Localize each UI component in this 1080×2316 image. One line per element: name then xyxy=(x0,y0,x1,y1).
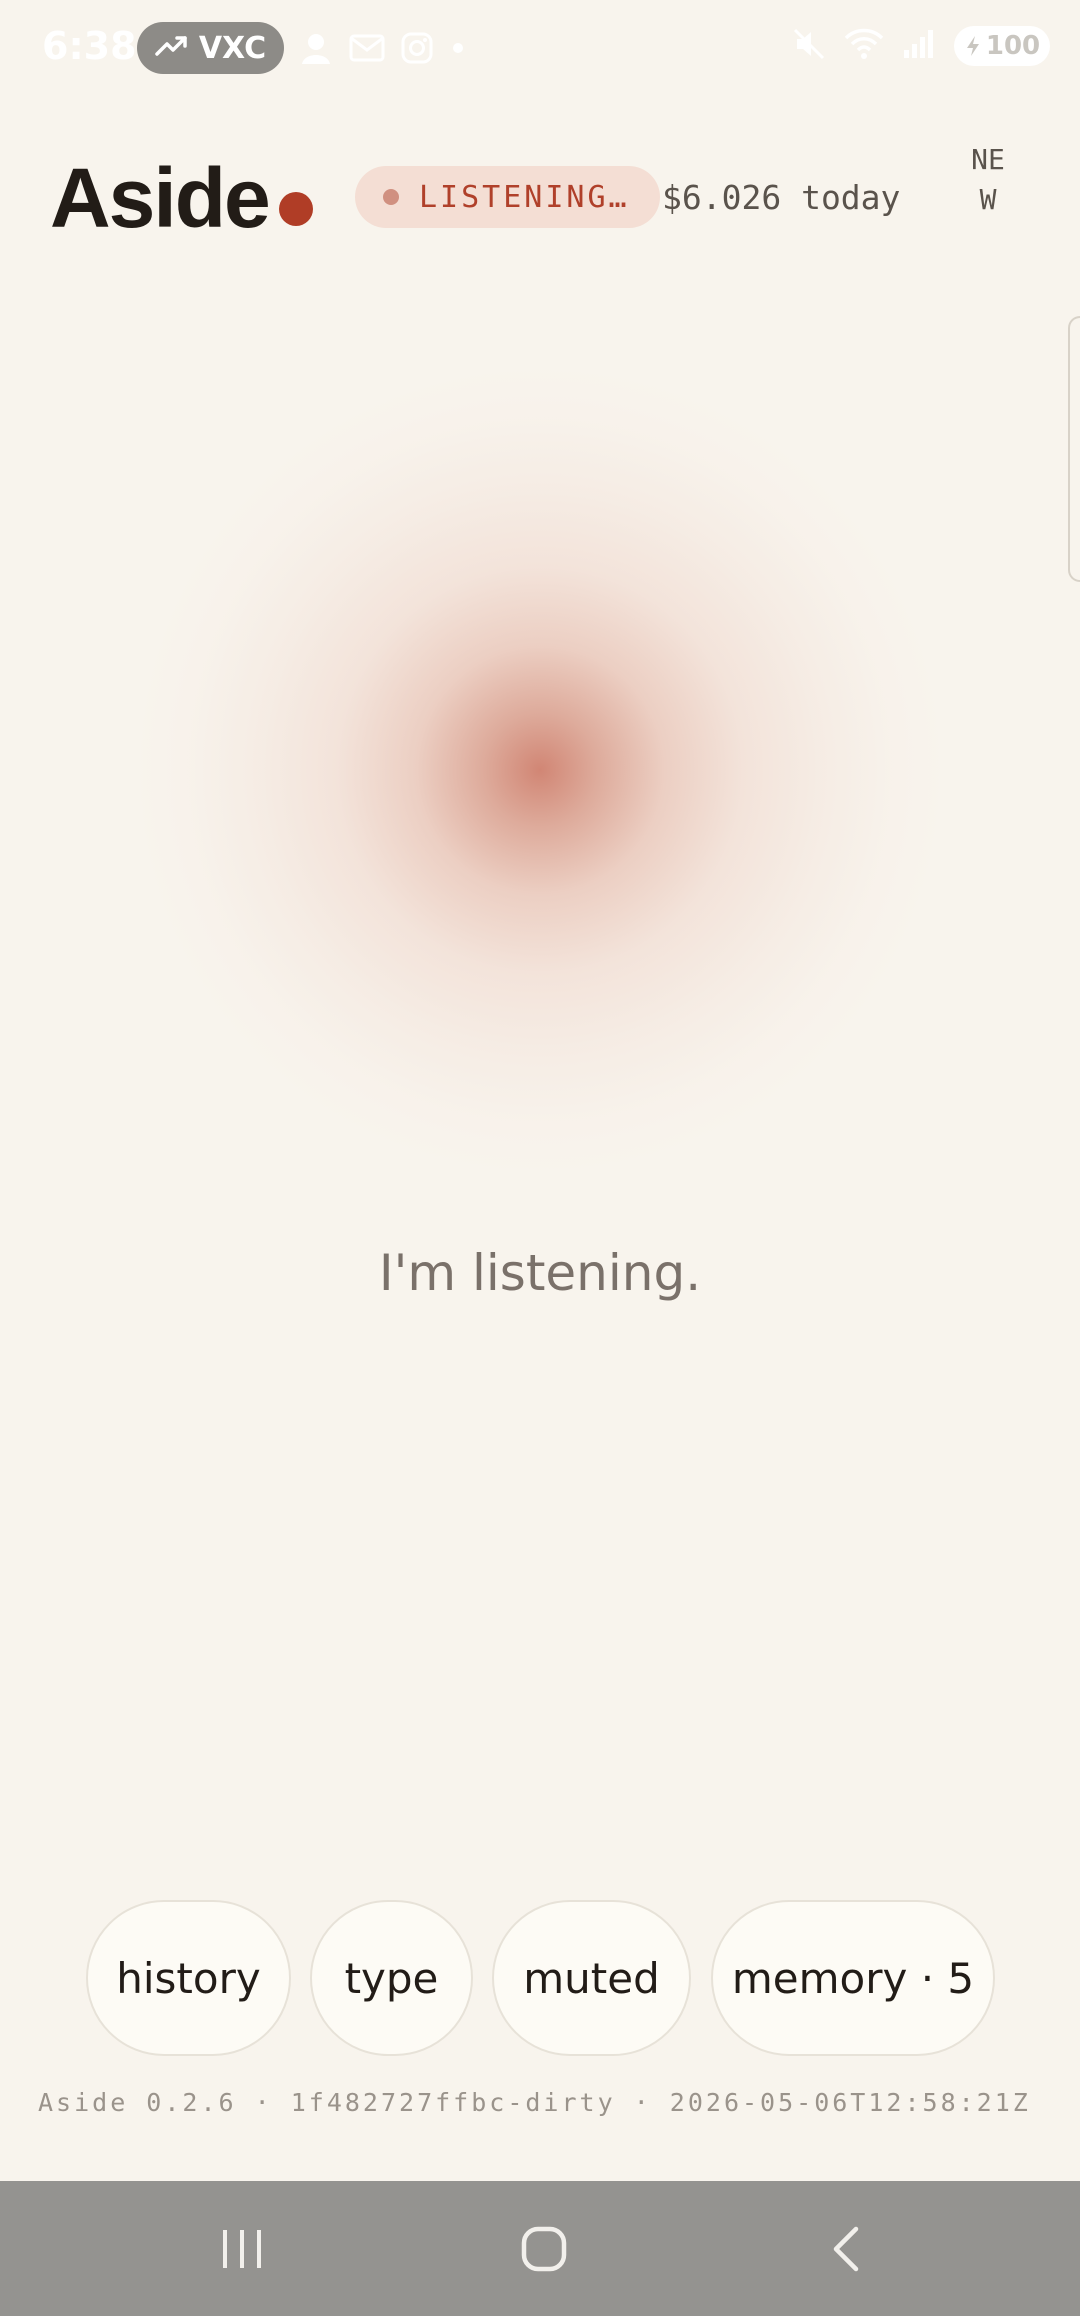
listening-status-pill: LISTENING… xyxy=(355,166,660,228)
trending-up-icon xyxy=(155,31,189,66)
home-icon[interactable] xyxy=(484,2181,604,2316)
side-drawer-handle[interactable] xyxy=(1068,316,1080,582)
status-bar: 6:38 VXC 100 xyxy=(0,0,1080,96)
daily-cost: $6.026 today xyxy=(662,178,901,217)
ticker-label: VXC xyxy=(198,30,267,66)
system-icons: 100 xyxy=(792,26,1050,66)
new-button[interactable]: NEW xyxy=(970,140,1006,220)
memory-button[interactable]: memory · 5 xyxy=(711,1900,995,2056)
wifi-icon xyxy=(844,28,884,65)
version-info: Aside 0.2.6 · 1f482727ffbc-dirty · 2026-… xyxy=(38,2088,1031,2117)
notification-icons xyxy=(298,30,468,71)
status-dot-icon xyxy=(383,189,399,205)
recent-apps-icon[interactable] xyxy=(182,2181,302,2316)
signal-icon xyxy=(902,28,936,65)
app-title: Aside xyxy=(50,151,271,245)
navigation-bar xyxy=(0,2181,1080,2316)
listening-message: I'm listening. xyxy=(378,1244,702,1302)
gmail-icon xyxy=(348,32,386,69)
status-label: LISTENING… xyxy=(419,179,630,215)
status-time: 6:38 xyxy=(42,24,137,68)
muted-button[interactable]: muted xyxy=(492,1900,691,2056)
listening-orb[interactable] xyxy=(140,370,940,1170)
back-icon[interactable] xyxy=(786,2181,906,2316)
type-button[interactable]: type xyxy=(310,1900,473,2056)
person-icon xyxy=(298,30,334,71)
app-screen: 6:38 VXC 100 Aside LISTENING… $6.026 tod… xyxy=(0,0,1080,2316)
mute-icon xyxy=(792,27,826,66)
instagram-icon xyxy=(400,31,434,70)
ticker-pill[interactable]: VXC xyxy=(137,22,284,74)
history-button[interactable]: history xyxy=(86,1900,291,2056)
battery-icon: 100 xyxy=(954,26,1050,66)
dot-icon xyxy=(448,38,468,63)
recording-indicator-dot xyxy=(279,192,313,226)
battery-level: 100 xyxy=(985,31,1041,61)
